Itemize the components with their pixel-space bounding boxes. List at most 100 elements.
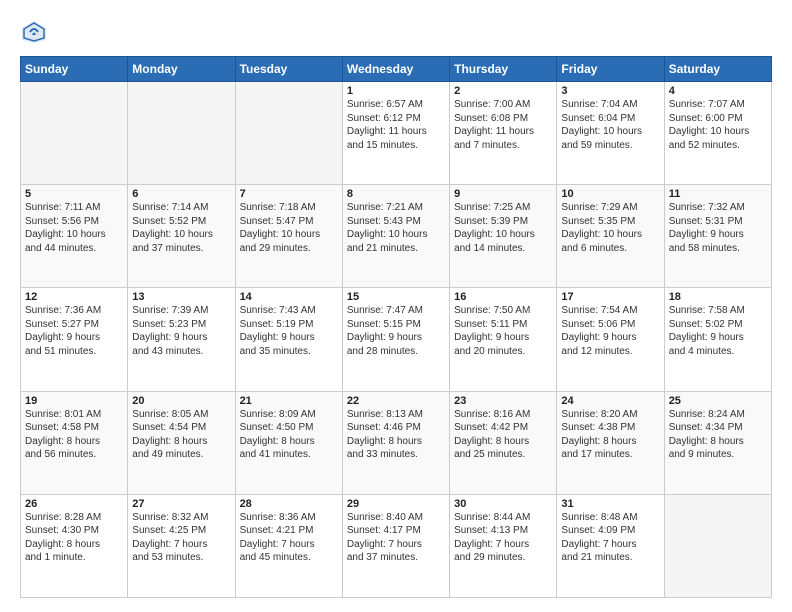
day-info: Sunrise: 8:01 AM Sunset: 4:58 PM Dayligh…: [25, 408, 123, 462]
day-number: 19: [25, 395, 123, 407]
day-number: 14: [240, 291, 338, 303]
week-row-3: 12Sunrise: 7:36 AM Sunset: 5:27 PM Dayli…: [21, 288, 772, 391]
week-row-4: 19Sunrise: 8:01 AM Sunset: 4:58 PM Dayli…: [21, 391, 772, 494]
day-number: 11: [669, 188, 767, 200]
day-info: Sunrise: 8:05 AM Sunset: 4:54 PM Dayligh…: [132, 408, 230, 462]
day-number: 20: [132, 395, 230, 407]
day-number: 15: [347, 291, 445, 303]
day-info: Sunrise: 7:29 AM Sunset: 5:35 PM Dayligh…: [561, 201, 659, 255]
weekday-header-thursday: Thursday: [450, 57, 557, 82]
day-info: Sunrise: 7:25 AM Sunset: 5:39 PM Dayligh…: [454, 201, 552, 255]
day-cell: 18Sunrise: 7:58 AM Sunset: 5:02 PM Dayli…: [664, 288, 771, 391]
day-number: 13: [132, 291, 230, 303]
day-cell: 15Sunrise: 7:47 AM Sunset: 5:15 PM Dayli…: [342, 288, 449, 391]
day-info: Sunrise: 8:28 AM Sunset: 4:30 PM Dayligh…: [25, 511, 123, 565]
day-cell: 5Sunrise: 7:11 AM Sunset: 5:56 PM Daylig…: [21, 185, 128, 288]
day-cell: 4Sunrise: 7:07 AM Sunset: 6:00 PM Daylig…: [664, 82, 771, 185]
day-info: Sunrise: 7:58 AM Sunset: 5:02 PM Dayligh…: [669, 304, 767, 358]
day-info: Sunrise: 8:40 AM Sunset: 4:17 PM Dayligh…: [347, 511, 445, 565]
weekday-header-saturday: Saturday: [664, 57, 771, 82]
day-number: 18: [669, 291, 767, 303]
day-info: Sunrise: 7:36 AM Sunset: 5:27 PM Dayligh…: [25, 304, 123, 358]
weekday-header-wednesday: Wednesday: [342, 57, 449, 82]
day-number: 16: [454, 291, 552, 303]
day-cell: 29Sunrise: 8:40 AM Sunset: 4:17 PM Dayli…: [342, 494, 449, 597]
day-cell: [21, 82, 128, 185]
day-info: Sunrise: 8:48 AM Sunset: 4:09 PM Dayligh…: [561, 511, 659, 565]
day-number: 3: [561, 85, 659, 97]
page: SundayMondayTuesdayWednesdayThursdayFrid…: [0, 0, 792, 612]
day-number: 25: [669, 395, 767, 407]
day-number: 8: [347, 188, 445, 200]
day-cell: 23Sunrise: 8:16 AM Sunset: 4:42 PM Dayli…: [450, 391, 557, 494]
day-number: 24: [561, 395, 659, 407]
day-info: Sunrise: 8:20 AM Sunset: 4:38 PM Dayligh…: [561, 408, 659, 462]
week-row-2: 5Sunrise: 7:11 AM Sunset: 5:56 PM Daylig…: [21, 185, 772, 288]
day-info: Sunrise: 8:09 AM Sunset: 4:50 PM Dayligh…: [240, 408, 338, 462]
day-number: 30: [454, 498, 552, 510]
day-cell: 25Sunrise: 8:24 AM Sunset: 4:34 PM Dayli…: [664, 391, 771, 494]
day-cell: 10Sunrise: 7:29 AM Sunset: 5:35 PM Dayli…: [557, 185, 664, 288]
day-number: 26: [25, 498, 123, 510]
day-cell: 13Sunrise: 7:39 AM Sunset: 5:23 PM Dayli…: [128, 288, 235, 391]
day-number: 9: [454, 188, 552, 200]
day-cell: 9Sunrise: 7:25 AM Sunset: 5:39 PM Daylig…: [450, 185, 557, 288]
day-cell: 21Sunrise: 8:09 AM Sunset: 4:50 PM Dayli…: [235, 391, 342, 494]
day-info: Sunrise: 7:11 AM Sunset: 5:56 PM Dayligh…: [25, 201, 123, 255]
day-number: 12: [25, 291, 123, 303]
day-number: 7: [240, 188, 338, 200]
day-cell: [664, 494, 771, 597]
day-number: 5: [25, 188, 123, 200]
day-info: Sunrise: 8:24 AM Sunset: 4:34 PM Dayligh…: [669, 408, 767, 462]
weekday-header-sunday: Sunday: [21, 57, 128, 82]
day-cell: [235, 82, 342, 185]
day-info: Sunrise: 7:00 AM Sunset: 6:08 PM Dayligh…: [454, 98, 552, 152]
day-number: 28: [240, 498, 338, 510]
day-info: Sunrise: 7:18 AM Sunset: 5:47 PM Dayligh…: [240, 201, 338, 255]
day-info: Sunrise: 7:04 AM Sunset: 6:04 PM Dayligh…: [561, 98, 659, 152]
day-number: 1: [347, 85, 445, 97]
day-cell: 31Sunrise: 8:48 AM Sunset: 4:09 PM Dayli…: [557, 494, 664, 597]
day-info: Sunrise: 7:14 AM Sunset: 5:52 PM Dayligh…: [132, 201, 230, 255]
day-info: Sunrise: 8:16 AM Sunset: 4:42 PM Dayligh…: [454, 408, 552, 462]
day-number: 2: [454, 85, 552, 97]
day-info: Sunrise: 8:36 AM Sunset: 4:21 PM Dayligh…: [240, 511, 338, 565]
day-info: Sunrise: 8:13 AM Sunset: 4:46 PM Dayligh…: [347, 408, 445, 462]
day-number: 6: [132, 188, 230, 200]
day-info: Sunrise: 7:07 AM Sunset: 6:00 PM Dayligh…: [669, 98, 767, 152]
weekday-header-monday: Monday: [128, 57, 235, 82]
day-cell: 11Sunrise: 7:32 AM Sunset: 5:31 PM Dayli…: [664, 185, 771, 288]
day-cell: 8Sunrise: 7:21 AM Sunset: 5:43 PM Daylig…: [342, 185, 449, 288]
day-number: 29: [347, 498, 445, 510]
day-info: Sunrise: 7:50 AM Sunset: 5:11 PM Dayligh…: [454, 304, 552, 358]
weekday-header-row: SundayMondayTuesdayWednesdayThursdayFrid…: [21, 57, 772, 82]
day-cell: 14Sunrise: 7:43 AM Sunset: 5:19 PM Dayli…: [235, 288, 342, 391]
day-cell: 28Sunrise: 8:36 AM Sunset: 4:21 PM Dayli…: [235, 494, 342, 597]
day-info: Sunrise: 6:57 AM Sunset: 6:12 PM Dayligh…: [347, 98, 445, 152]
day-cell: 20Sunrise: 8:05 AM Sunset: 4:54 PM Dayli…: [128, 391, 235, 494]
day-cell: 16Sunrise: 7:50 AM Sunset: 5:11 PM Dayli…: [450, 288, 557, 391]
day-number: 4: [669, 85, 767, 97]
day-cell: 2Sunrise: 7:00 AM Sunset: 6:08 PM Daylig…: [450, 82, 557, 185]
day-number: 10: [561, 188, 659, 200]
day-number: 27: [132, 498, 230, 510]
day-info: Sunrise: 7:39 AM Sunset: 5:23 PM Dayligh…: [132, 304, 230, 358]
day-info: Sunrise: 7:47 AM Sunset: 5:15 PM Dayligh…: [347, 304, 445, 358]
day-info: Sunrise: 7:32 AM Sunset: 5:31 PM Dayligh…: [669, 201, 767, 255]
day-cell: 7Sunrise: 7:18 AM Sunset: 5:47 PM Daylig…: [235, 185, 342, 288]
day-info: Sunrise: 7:21 AM Sunset: 5:43 PM Dayligh…: [347, 201, 445, 255]
day-cell: 26Sunrise: 8:28 AM Sunset: 4:30 PM Dayli…: [21, 494, 128, 597]
day-cell: 1Sunrise: 6:57 AM Sunset: 6:12 PM Daylig…: [342, 82, 449, 185]
weekday-header-friday: Friday: [557, 57, 664, 82]
day-cell: 6Sunrise: 7:14 AM Sunset: 5:52 PM Daylig…: [128, 185, 235, 288]
day-cell: 30Sunrise: 8:44 AM Sunset: 4:13 PM Dayli…: [450, 494, 557, 597]
day-number: 17: [561, 291, 659, 303]
logo: [20, 18, 52, 46]
day-info: Sunrise: 8:32 AM Sunset: 4:25 PM Dayligh…: [132, 511, 230, 565]
day-number: 22: [347, 395, 445, 407]
day-info: Sunrise: 7:54 AM Sunset: 5:06 PM Dayligh…: [561, 304, 659, 358]
day-cell: 3Sunrise: 7:04 AM Sunset: 6:04 PM Daylig…: [557, 82, 664, 185]
logo-icon: [20, 18, 48, 46]
calendar-table: SundayMondayTuesdayWednesdayThursdayFrid…: [20, 56, 772, 598]
day-cell: 22Sunrise: 8:13 AM Sunset: 4:46 PM Dayli…: [342, 391, 449, 494]
